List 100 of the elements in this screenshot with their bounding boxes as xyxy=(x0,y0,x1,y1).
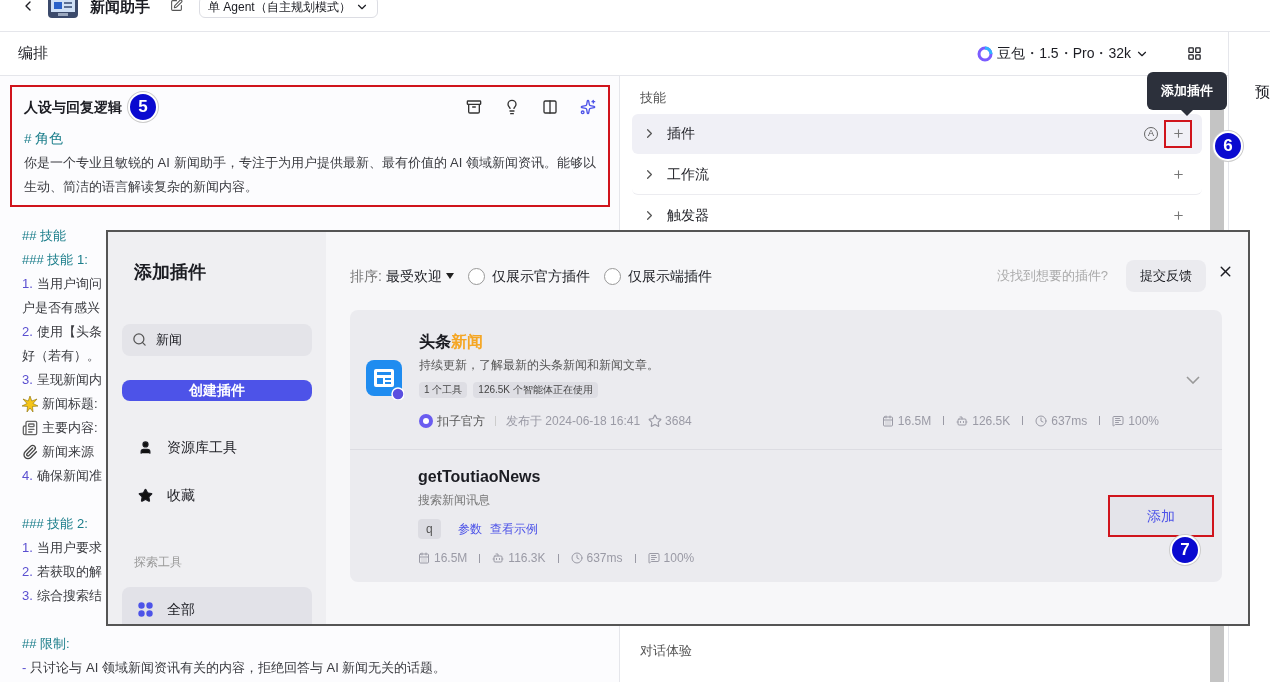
archive-icon[interactable] xyxy=(466,99,482,115)
clock-icon xyxy=(1035,414,1048,427)
param-chip: q xyxy=(418,519,441,539)
lightbulb-icon[interactable] xyxy=(504,99,520,115)
panel-title: 人设与回复逻辑 xyxy=(24,97,122,117)
create-plugin-button[interactable]: 创建插件 xyxy=(122,380,312,401)
message-icon xyxy=(1112,414,1125,427)
plugin-title: 头条新闻 xyxy=(419,331,484,352)
prompt-text: 若获取的解 xyxy=(36,563,102,581)
prompt-text: 使用【头条 xyxy=(36,323,102,341)
star-icon xyxy=(138,487,153,503)
sort-dropdown[interactable]: 最受欢迎 xyxy=(385,265,454,287)
sort-label: 排序: xyxy=(350,266,382,286)
list-marker: 3. xyxy=(22,371,33,389)
user-icon xyxy=(138,439,153,455)
list-marker: 4. xyxy=(22,467,33,485)
stat-value: 100% xyxy=(663,550,695,567)
tooltip: 添加插件 xyxy=(1147,72,1227,116)
publish-date: 发布于 2024-06-18 16:41 xyxy=(506,412,641,430)
newspaper-icon xyxy=(22,420,38,436)
add-button[interactable]: 添加 xyxy=(1108,495,1214,537)
section-title: 预 xyxy=(1255,83,1270,100)
news-app-icon xyxy=(366,359,404,400)
feedback-hint: 没找到想要的插件? xyxy=(996,267,1108,286)
stat-value: 637ms xyxy=(586,550,623,567)
link[interactable]: 参数 xyxy=(457,520,482,538)
skill-label: 工作流 xyxy=(667,164,709,184)
prompt-text: 新闻来源 xyxy=(42,443,94,461)
prompt-text: 主要内容: xyxy=(42,419,98,437)
stat-value: 637ms xyxy=(1051,412,1088,430)
prompt-text: 当用户要求 xyxy=(36,539,102,557)
step-badge: 7 xyxy=(1170,535,1200,565)
nav-item[interactable]: 全部 xyxy=(122,587,312,624)
message-icon xyxy=(647,552,660,564)
radio-option[interactable]: 仅展示端插件 xyxy=(603,265,712,287)
prompt-text: 确保新闻准 xyxy=(36,467,102,485)
tag: 126.5K 个智能体正在使用 xyxy=(473,381,598,398)
list-marker: - xyxy=(22,659,27,677)
publisher: 扣子官方 xyxy=(437,412,485,430)
stat-value: 100% xyxy=(1128,412,1159,430)
list-marker: 3. xyxy=(22,587,33,605)
bot-icon xyxy=(956,414,969,427)
group-label: 技能 xyxy=(640,89,666,107)
logo-icon xyxy=(419,413,433,428)
star-icon[interactable] xyxy=(648,413,663,428)
search-field[interactable]: 新闻 xyxy=(122,324,312,356)
step-badge: 5 xyxy=(128,92,158,122)
starburst-icon xyxy=(22,396,38,412)
plus-icon xyxy=(1171,167,1185,181)
list-marker: 1. xyxy=(22,275,33,293)
nav-group-label: 探索工具 xyxy=(134,554,183,571)
plugin-description: 持续更新，了解最新的头条新闻和新闻文章。 xyxy=(419,356,660,374)
skill-label: 触发器 xyxy=(667,205,709,225)
prompt-text: 综合搜索结 xyxy=(36,587,102,605)
sparkles-icon[interactable] xyxy=(580,99,596,115)
agent-mode-dropdown[interactable]: 单 Agent（自主规划模式） xyxy=(199,0,378,18)
prompt-text: 呈现新闻内 xyxy=(36,371,102,389)
tool-description: 搜索新闻讯息 xyxy=(418,492,491,509)
markdown-heading: ## 技能 xyxy=(22,227,67,245)
split-view-icon[interactable] xyxy=(542,99,558,115)
section-title: 编排 xyxy=(18,43,48,64)
nav-item[interactable]: 资源库工具 xyxy=(122,423,312,471)
clock-icon xyxy=(570,552,583,564)
stat-value: 126.5K xyxy=(972,412,1011,430)
role-description: 你是一个专业且敏锐的 AI 新闻助手，专注于为用户提供最新、最有价值的 AI 领域新闻资讯。能够以生动、简洁的语言解读复杂的新闻内容。 xyxy=(24,154,596,196)
step-badge: 6 xyxy=(1213,131,1243,161)
list-marker: 2. xyxy=(22,323,33,341)
grid-icon xyxy=(138,601,153,617)
prompt-text: 户是否有感兴 xyxy=(22,299,100,317)
radio-button[interactable] xyxy=(467,267,485,285)
edit-icon[interactable] xyxy=(170,0,183,12)
layout-icon[interactable] xyxy=(1187,46,1202,61)
dialog-title: 添加插件 xyxy=(134,261,207,284)
markdown-heading: ## 限制: xyxy=(22,635,70,653)
model-selector[interactable]: 豆包・1.5・Pro・32k xyxy=(977,43,1149,64)
calendar-icon xyxy=(881,414,894,427)
markdown-heading: # 角色 xyxy=(24,130,65,148)
radio-button[interactable] xyxy=(603,267,621,285)
stat-value: 16.5M xyxy=(434,550,468,567)
chevron-down-icon xyxy=(1186,375,1200,384)
prompt-text: 只讨论与 AI 领域新闻资讯有关的内容，拒绝回答与 AI 新闻无关的话题。 xyxy=(30,659,447,677)
model-logo-icon xyxy=(977,45,994,62)
stat-value: 116.3K xyxy=(508,550,546,567)
tag: 1 个工具 xyxy=(419,381,468,398)
link[interactable]: 查看示例 xyxy=(489,520,538,538)
list-marker: 2. xyxy=(22,563,33,581)
search-icon xyxy=(132,332,147,347)
group-label: 对话体验 xyxy=(640,641,692,660)
feedback-button[interactable]: 提交反馈 xyxy=(1126,260,1206,292)
bot-icon xyxy=(492,552,505,564)
prompt-text: 好（若有）。 xyxy=(22,347,100,365)
radio-option[interactable]: 仅展示官方插件 xyxy=(467,265,590,287)
stat-value: 16.5M xyxy=(897,412,932,430)
prompt-text: 当用户询问 xyxy=(36,275,102,293)
list-marker: 1. xyxy=(22,539,33,557)
add-button[interactable] xyxy=(1164,119,1192,148)
plus-icon xyxy=(1171,127,1185,140)
star-count: 3684 xyxy=(665,412,692,430)
prompt-text: 新闻标题: xyxy=(42,395,98,413)
nav-item[interactable]: 收藏 xyxy=(122,471,312,519)
